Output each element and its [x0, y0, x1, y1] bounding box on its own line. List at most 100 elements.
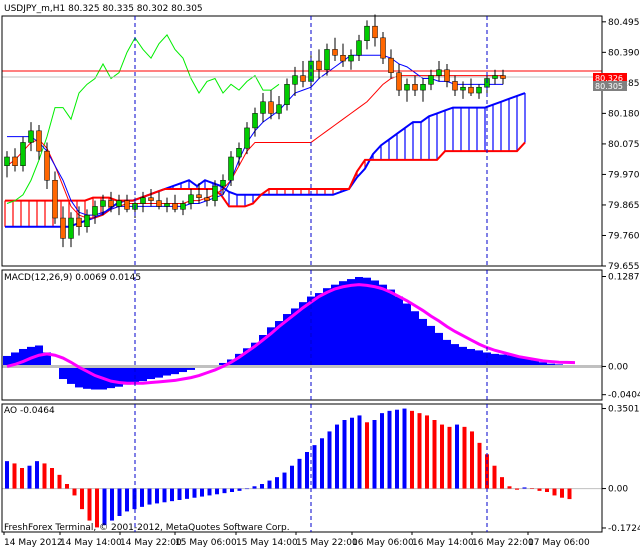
ao-bar	[80, 488, 84, 510]
candle-body	[84, 214, 90, 228]
ao-bar	[170, 488, 174, 502]
candle-body	[188, 194, 194, 204]
ao-bar	[440, 424, 444, 489]
ao-bar	[312, 445, 317, 489]
ao-bar	[125, 488, 129, 512]
ao-bar	[320, 438, 324, 489]
ao-bar	[65, 484, 69, 489]
ao-bar	[567, 488, 572, 500]
ao-bar	[455, 424, 459, 489]
candle-body	[156, 200, 162, 207]
y-tick-label: 0.00	[608, 485, 628, 495]
ao-bar	[57, 474, 62, 489]
ao-bar	[282, 472, 287, 489]
candle-body	[44, 150, 50, 181]
x-tick-label: 16 May 14:00	[412, 538, 474, 548]
macd-label: MACD(12,26,9) 0.0069 0.0145	[4, 273, 141, 283]
y-tick-label: 80.390	[608, 48, 640, 58]
ao-bar	[192, 488, 197, 498]
candle-body	[348, 54, 354, 62]
candle-body	[12, 156, 18, 166]
candle-body	[204, 197, 210, 201]
candle-body	[356, 40, 362, 56]
ao-bar	[162, 488, 167, 503]
ao-bar	[35, 461, 39, 489]
candle-body	[92, 206, 98, 216]
ao-bar	[50, 468, 54, 489]
candle-body	[20, 142, 26, 166]
candle-body	[300, 75, 306, 82]
senkou-span-b-line	[5, 141, 526, 208]
ao-bar	[20, 468, 24, 489]
macd-bar	[347, 279, 355, 367]
ao-bar	[237, 488, 242, 491]
candle-body	[396, 72, 402, 91]
candle-body	[252, 113, 258, 129]
candle-body	[212, 185, 218, 201]
y-tick-label: 79.655	[608, 262, 640, 272]
macd-bar	[339, 281, 347, 367]
macd-bar	[427, 325, 435, 367]
y-tick-label: 79.760	[608, 231, 640, 241]
ao-bar	[470, 431, 474, 489]
candle-body	[468, 86, 474, 94]
ao-bar	[507, 486, 512, 489]
ao-bar	[417, 413, 422, 489]
ao-bar	[477, 442, 482, 489]
macd-bar	[147, 366, 155, 380]
candle-body	[284, 84, 290, 105]
x-tick-label: 15 May 06:00	[175, 538, 237, 548]
macd-bar	[139, 366, 147, 382]
copyright-text: FreshForex Terminal, © 2001-2012, MetaQu…	[4, 523, 290, 533]
macd-bar	[475, 350, 483, 367]
x-tick-label: 16 May 06:00	[352, 538, 414, 548]
candle-body	[308, 60, 314, 82]
macd-bar	[355, 276, 363, 367]
macd-bar	[507, 355, 515, 367]
x-tick-label: 14 May 22:00	[120, 538, 182, 548]
candle-body	[108, 200, 114, 207]
candle-body	[220, 179, 226, 187]
candle-body	[172, 203, 178, 210]
candle-body	[428, 75, 434, 85]
candle-body	[196, 194, 202, 198]
ao-bar	[402, 408, 407, 489]
ao-bar	[350, 417, 354, 489]
ao-bar	[387, 410, 392, 489]
ao-bar	[365, 422, 369, 489]
ao-bar	[42, 463, 47, 489]
ao-bar	[185, 488, 189, 499]
candle-body	[492, 75, 498, 79]
y-tick-label: 80.180	[608, 109, 640, 119]
macd-bar	[419, 318, 427, 367]
ao-bar	[260, 484, 264, 489]
candle-body	[76, 217, 82, 228]
main-frame	[1, 15, 603, 267]
macd-bar	[363, 277, 371, 367]
macd-bar	[491, 353, 499, 367]
macd-bar	[459, 346, 467, 367]
candle-body	[52, 179, 58, 219]
candle-body	[236, 148, 242, 158]
candle-body	[420, 84, 426, 91]
ao-bar	[462, 426, 467, 489]
ao-bar	[140, 488, 144, 507]
x-tick-label: 16 May 22:00	[472, 538, 534, 548]
ao-bar	[342, 420, 347, 489]
candle-body	[140, 197, 146, 204]
candle-body	[68, 217, 74, 239]
candle-body	[148, 197, 154, 201]
ao-bar	[207, 488, 212, 496]
ao-bar	[545, 488, 549, 492]
ao-bar	[530, 488, 534, 489]
ao-bar	[290, 465, 294, 489]
ao-bar	[117, 488, 122, 516]
ao-bar	[522, 487, 527, 489]
ao-bar	[95, 488, 99, 528]
x-tick-label: 14 May 14:00	[60, 538, 122, 548]
trading-chart: 80.49580.39080.28580.18080.07579.97079.8…	[0, 0, 640, 549]
ao-panel	[2, 408, 602, 528]
macd-bar	[403, 303, 411, 367]
ao-bar	[357, 415, 362, 489]
main-price-panel	[2, 14, 602, 248]
